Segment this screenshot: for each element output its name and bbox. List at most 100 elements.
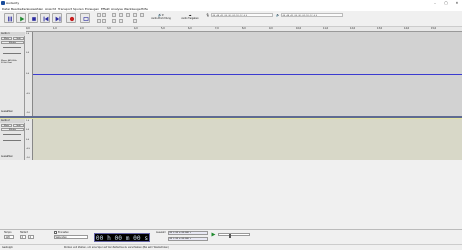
track-info: Mono, 44100Hz 32-bit float [1,60,17,64]
ruler-tick: 9,0 [269,27,273,30]
effects-button[interactable]: Effekte [1,41,24,44]
zoom-toggle-icon[interactable] [140,13,144,17]
ruler-tick: 4,0 [134,27,138,30]
selection-tool-icon[interactable] [97,13,101,17]
track-name[interactable]: Audio 2 [0,119,25,123]
play-icon [20,16,25,22]
fit-project-icon[interactable] [133,13,137,17]
share-audio-button[interactable]: ☁ Audio freigeben [178,13,202,23]
skip-end-button[interactable] [52,13,62,23]
selection-toolbar: Tempo 120 Taktart 4 4 Einrasten Sekunden… [0,229,462,244]
snap-dropdown[interactable]: Sekunden [54,235,88,239]
audio-track-1[interactable]: Audio 1 Mute Solo Effekte Mono, 44100Hz … [0,32,462,116]
tempo-label: Tempo [4,231,12,234]
ruler-tick: 10,0 [296,27,302,30]
scale-label: 0,5 [26,52,30,54]
ruler-tick: 1,0 [53,27,57,30]
playback-speed-slider[interactable] [218,233,250,238]
ruler-tick: 2,0 [80,27,84,30]
selection-label: Auswahl [156,231,166,234]
status-bar: Gestoppt. Klicken und Ziehen, um eine Sp… [0,244,462,250]
playback-meter[interactable]: -54 -48 -42 -36 -30 -24 -18 -12 -6 0 [281,13,343,17]
ruler-tick: 13,0 [377,27,383,30]
audio-track-2[interactable]: Audio 2 Mute Solo Effekte Auswählen 1,0 … [0,118,462,160]
ruler-tick: 15,0 [431,27,437,30]
status-hint: Klicken und Ziehen, um eine Spur auf der… [64,246,169,250]
scale-label: -1,0 [26,157,30,159]
play-at-speed-button[interactable] [211,232,216,237]
slider-thumb[interactable] [229,233,231,238]
tempo-field[interactable]: 120 [4,235,14,239]
solo-button[interactable]: Solo [13,124,24,127]
pan-slider[interactable] [3,53,21,54]
pan-slider[interactable] [3,140,21,141]
scale-label: 1,0 [26,33,30,35]
vertical-scale[interactable]: 1,0 0,5 0,0 -0,5 -1,0 [25,119,33,160]
skip-start-icon [43,16,49,22]
effects-button[interactable]: Effekte [1,128,24,131]
speaker-icon: 🔈 [276,13,280,17]
audacity-logo-icon [1,1,5,5]
zoom-in-icon[interactable] [112,13,116,17]
loop-icon [83,17,89,21]
solo-button[interactable]: Solo [13,37,24,40]
skip-start-button[interactable] [40,13,50,23]
envelope-tool-icon[interactable] [102,13,106,17]
stop-icon [32,17,36,21]
share-audio-label: Audio freigeben [181,17,199,20]
pause-button[interactable] [4,13,14,23]
play-button[interactable] [16,13,26,23]
fit-selection-icon[interactable] [126,13,130,17]
multi-tool-icon[interactable] [102,19,106,23]
trim-icon[interactable] [112,19,116,23]
ruler-tick: 3,0 [107,27,111,30]
scale-label: 0,5 [26,129,30,131]
ruler-tick: 11,0 [323,27,329,30]
scale-label: 1,0 [26,120,30,122]
snap-checkbox[interactable] [54,231,57,234]
gain-slider[interactable] [3,134,21,135]
draw-tool-icon[interactable] [97,19,101,23]
time-display[interactable]: 00 h 00 m 00 s [94,233,150,242]
selection-end[interactable]: 00 h 00 m 00,000 s [168,237,208,241]
ruler-tick: 7,0 [215,27,219,30]
select-button[interactable]: Auswählen [1,155,24,158]
mute-button[interactable]: Mute [1,37,12,40]
ruler-tick: 6,0 [188,27,192,30]
zoom-out-icon[interactable] [119,13,123,17]
stop-button[interactable] [28,13,38,23]
track-area[interactable]: Audio 1 Mute Solo Effekte Mono, 44100Hz … [0,32,462,160]
audio-setup-button[interactable]: 🔊▾ Audio-Einrichtung [150,13,172,23]
track-control-panel: Audio 1 Mute Solo Effekte Mono, 44100Hz … [0,32,25,116]
record-meter-scale: -54 -48 -42 -36 -30 -24 -18 -12 -6 0 [212,14,248,17]
ruler-tick: 8,0 [242,27,246,30]
microphone-icon: 🎙 [206,13,210,17]
track-control-panel: Audio 2 Mute Solo Effekte Auswählen [0,119,25,160]
play-icon [211,232,216,237]
gain-slider[interactable] [3,47,21,48]
undo-icon[interactable] [133,19,137,23]
mute-button[interactable]: Mute [1,124,12,127]
ruler-tick: 12,0 [350,27,356,30]
audio-setup-label: Audio-Einrichtung [151,17,171,20]
record-icon [69,16,75,22]
time-signature-label: Taktart [20,231,28,234]
ruler-tick: 0,0 [26,27,30,30]
vertical-scale[interactable]: 1,0 0,5 0,0 -0,5 -1,0 [25,32,33,116]
timesig-denominator[interactable]: 4 [28,235,34,239]
select-button[interactable]: Auswählen [1,110,24,113]
waveform-area[interactable] [33,32,462,116]
record-button[interactable] [66,13,76,23]
scale-label: -0,5 [26,93,30,95]
silence-icon[interactable] [119,19,123,23]
selection-start[interactable]: 00 h 00 m 00,000 s [168,231,208,235]
record-meter[interactable]: -54 -48 -42 -36 -30 -24 -18 -12 -6 0 [211,13,273,17]
waveform-area[interactable] [33,119,462,160]
loop-button[interactable] [80,13,90,23]
track-name[interactable]: Audio 1 [0,32,25,36]
scale-label: 0,0 [26,73,30,75]
ruler-tick: 14,0 [404,27,410,30]
toolbar: 🔊▾ Audio-Einrichtung ☁ Audio freigeben 🎙… [0,11,462,27]
timesig-numerator[interactable]: 4 [20,235,26,239]
snap-label: Einrasten [58,231,69,234]
